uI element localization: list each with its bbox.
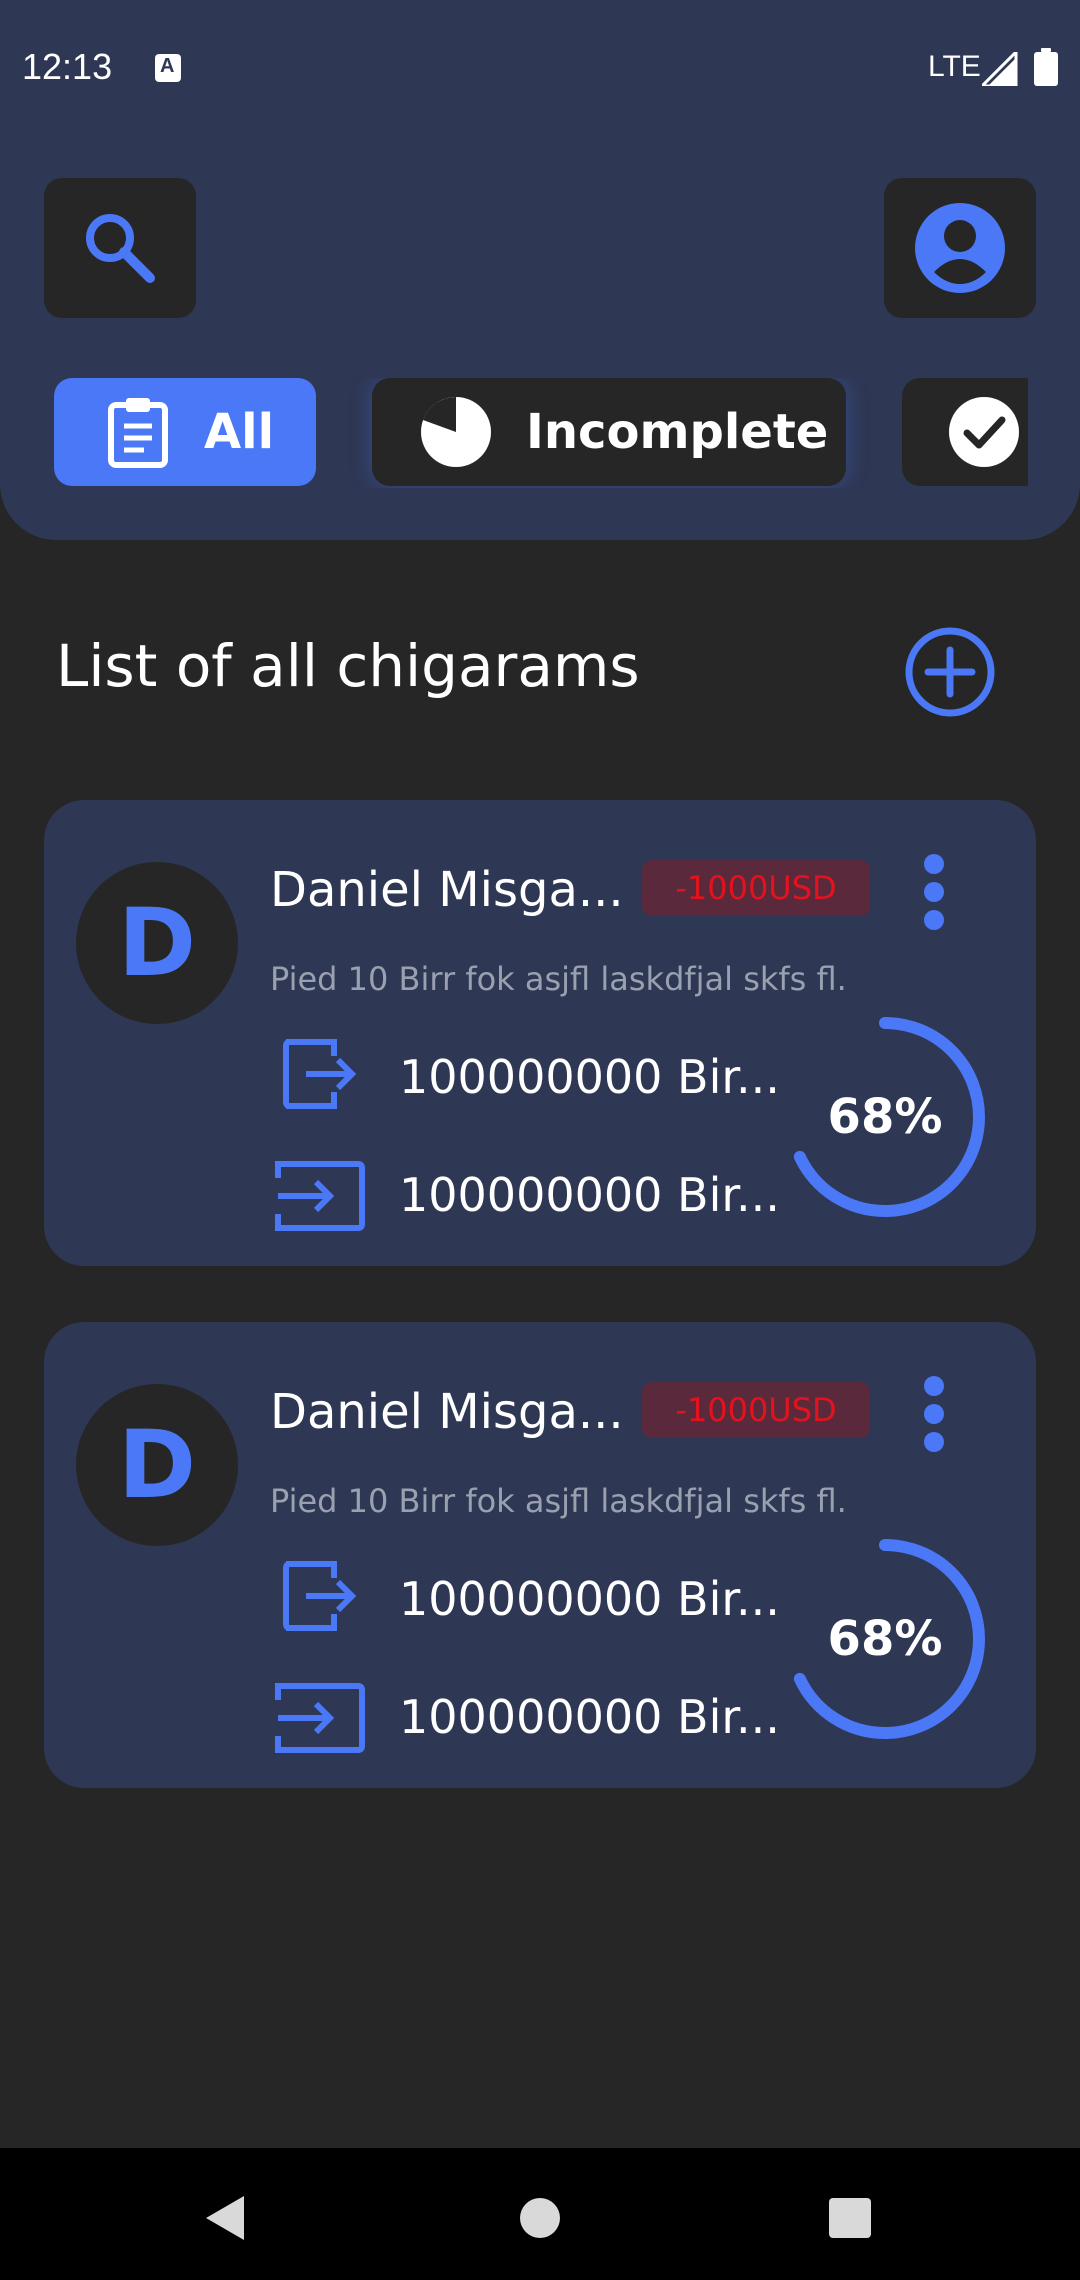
chigaram-card[interactable]: D Daniel Misga... -1000USD Pied 10 Birr … <box>44 800 1036 1266</box>
recents-icon[interactable] <box>829 2198 871 2238</box>
progress-label: 68% <box>827 1611 943 1667</box>
battery-icon <box>1034 48 1058 86</box>
chigaram-card[interactable]: D Daniel Misga... -1000USD Pied 10 Birr … <box>44 1322 1036 1788</box>
card-description: Pied 10 Birr fok asjfl laskdfjal skfs fl… <box>270 1482 847 1520</box>
header-panel: 12:13 A LTE All Incomplete <box>0 0 1080 540</box>
more-vert-icon[interactable] <box>914 1374 954 1454</box>
home-icon[interactable] <box>519 2197 561 2239</box>
more-vert-icon[interactable] <box>914 852 954 932</box>
card-name: Daniel Misga... <box>270 1384 624 1440</box>
exit-icon <box>283 1039 357 1109</box>
network-type: LTE <box>928 50 981 83</box>
filter-chip-all[interactable]: All <box>54 378 316 486</box>
back-icon[interactable] <box>206 2196 244 2240</box>
profile-button[interactable] <box>884 178 1036 318</box>
add-circle-icon[interactable] <box>904 626 996 718</box>
page-title: List of all chigarams <box>56 632 640 700</box>
pie-incomplete-icon <box>421 396 491 467</box>
amount-badge: -1000USD <box>642 860 870 916</box>
exit-icon <box>283 1561 357 1631</box>
signal-icon <box>982 52 1018 86</box>
account-circle-icon <box>915 203 1005 293</box>
avatar: D <box>76 862 238 1024</box>
filter-chip-label: All <box>204 404 275 460</box>
in-value: 100000000 Bir... <box>399 1690 780 1744</box>
card-description: Pied 10 Birr fok asjfl laskdfjal skfs fl… <box>270 960 847 998</box>
out-value: 100000000 Bir... <box>399 1572 780 1626</box>
amount-badge: -1000USD <box>642 1382 870 1438</box>
search-icon <box>86 214 155 283</box>
status-bar: 12:13 A LTE <box>0 0 1080 136</box>
enter-icon <box>275 1683 365 1753</box>
status-time: 12:13 <box>22 46 113 87</box>
out-value: 100000000 Bir... <box>399 1050 780 1104</box>
progress-label: 68% <box>827 1089 943 1145</box>
avatar: D <box>76 1384 238 1546</box>
clipboard-icon <box>108 398 168 468</box>
search-button[interactable] <box>44 178 196 318</box>
notification-icon: A <box>155 54 181 82</box>
card-name: Daniel Misga... <box>270 862 624 918</box>
check-circle-icon <box>949 397 1019 467</box>
system-nav-bar <box>0 2148 1080 2280</box>
in-value: 100000000 Bir... <box>399 1168 780 1222</box>
filter-chip-incomplete[interactable]: Incomplete <box>372 378 846 486</box>
filter-chip-label: Incomplete <box>526 404 829 460</box>
enter-icon <box>275 1161 365 1231</box>
filter-chip-complete[interactable] <box>902 378 1028 486</box>
filter-chips: All Incomplete <box>0 378 1028 488</box>
